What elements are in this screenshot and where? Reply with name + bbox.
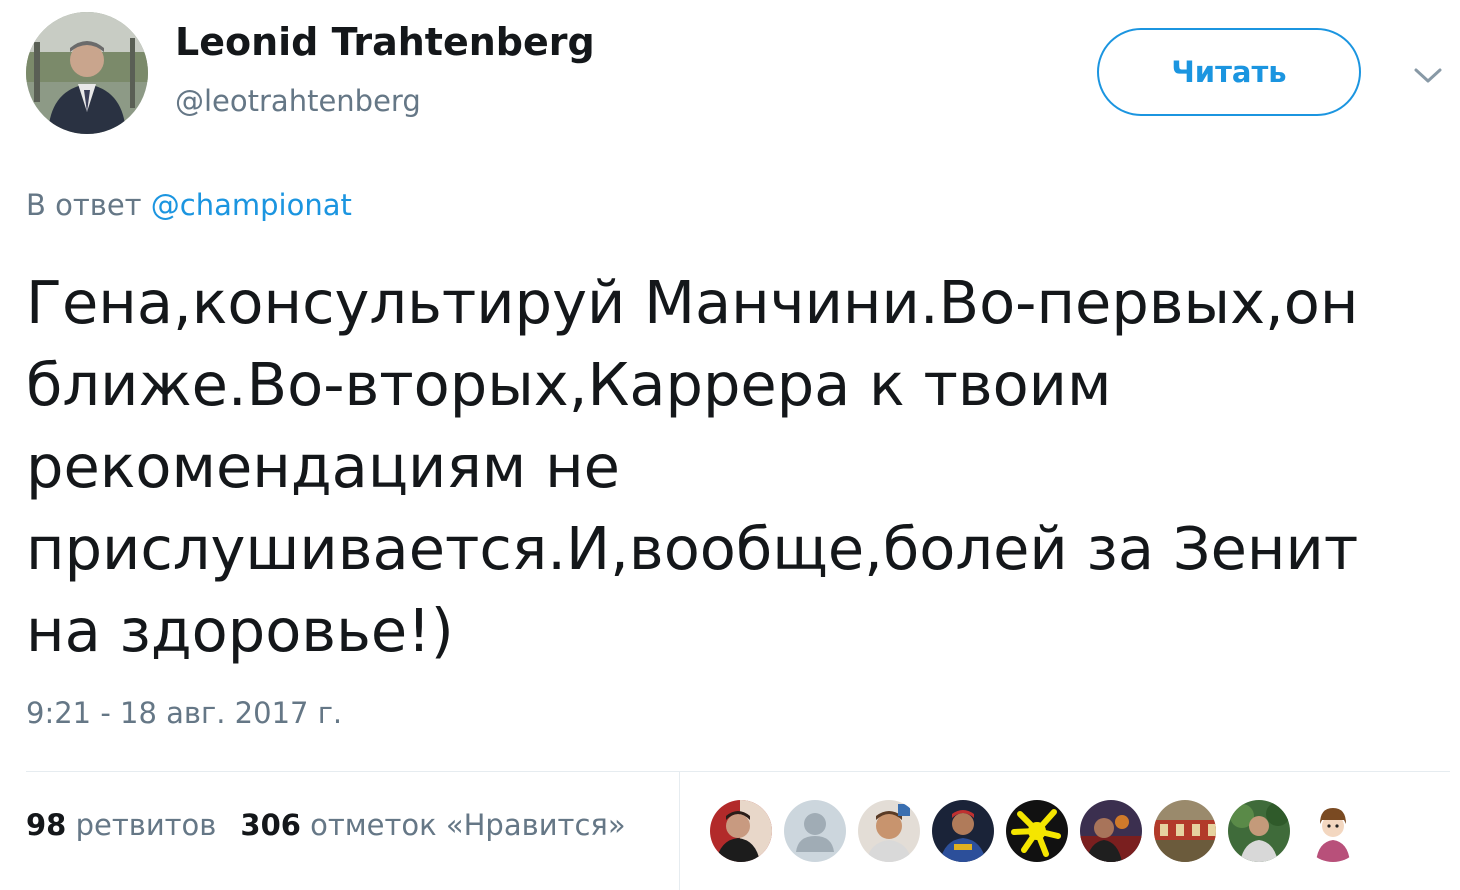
reply-context: В ответ @championat — [26, 188, 352, 222]
tweet-card: Leonid Trahtenberg @leotrahtenberg Читат… — [0, 0, 1460, 890]
liker-avatar-5[interactable] — [1006, 800, 1068, 862]
user-avatar-icon — [1006, 800, 1068, 862]
liker-avatar-4[interactable] — [932, 800, 994, 862]
author-handle[interactable]: @leotrahtenberg — [175, 84, 421, 118]
user-avatar-icon — [1154, 800, 1216, 862]
reply-mention-link[interactable]: @championat — [151, 188, 352, 222]
liker-avatar-1[interactable] — [710, 800, 772, 862]
stats-divider — [679, 772, 680, 890]
likes-count: 306 — [240, 808, 301, 842]
reply-prefix: В ответ — [26, 188, 142, 222]
user-avatar-icon — [858, 800, 920, 862]
user-avatar-icon — [932, 800, 994, 862]
likers-avatars — [710, 800, 1364, 862]
liker-avatar-6[interactable] — [1080, 800, 1142, 862]
author-avatar[interactable] — [26, 12, 148, 134]
author-display-name[interactable]: Leonid Trahtenberg — [175, 20, 595, 64]
liker-avatar-8[interactable] — [1228, 800, 1290, 862]
tweet-menu-button[interactable] — [1406, 58, 1450, 94]
liker-avatar-2[interactable] — [784, 800, 846, 862]
tweet-timestamp[interactable]: 9:21 - 18 авг. 2017 г. — [26, 696, 342, 730]
cartoon-avatar-icon — [1302, 800, 1364, 862]
retweets-label: ретвитов — [75, 808, 217, 842]
tweet-stats: 98 ретвитов 306 отметок «Нравится» — [26, 808, 626, 842]
likes-stat[interactable]: 306 отметок «Нравится» — [240, 808, 625, 842]
chevron-down-icon — [1414, 68, 1442, 83]
follow-button[interactable]: Читать — [1097, 28, 1361, 116]
user-photo-icon — [26, 12, 148, 134]
likes-label: отметок «Нравится» — [310, 808, 626, 842]
liker-avatar-3[interactable] — [858, 800, 920, 862]
user-avatar-icon — [1080, 800, 1142, 862]
tweet-text: Гена,консультируй Манчини.Во-первых,он б… — [26, 268, 1359, 665]
divider — [26, 771, 1450, 772]
liker-avatar-7[interactable] — [1154, 800, 1216, 862]
liker-avatar-9[interactable] — [1302, 800, 1364, 862]
retweets-stat[interactable]: 98 ретвитов — [26, 808, 216, 842]
user-avatar-icon — [1228, 800, 1290, 862]
user-avatar-icon — [710, 800, 772, 862]
default-avatar-icon — [784, 800, 846, 862]
retweets-count: 98 — [26, 808, 67, 842]
